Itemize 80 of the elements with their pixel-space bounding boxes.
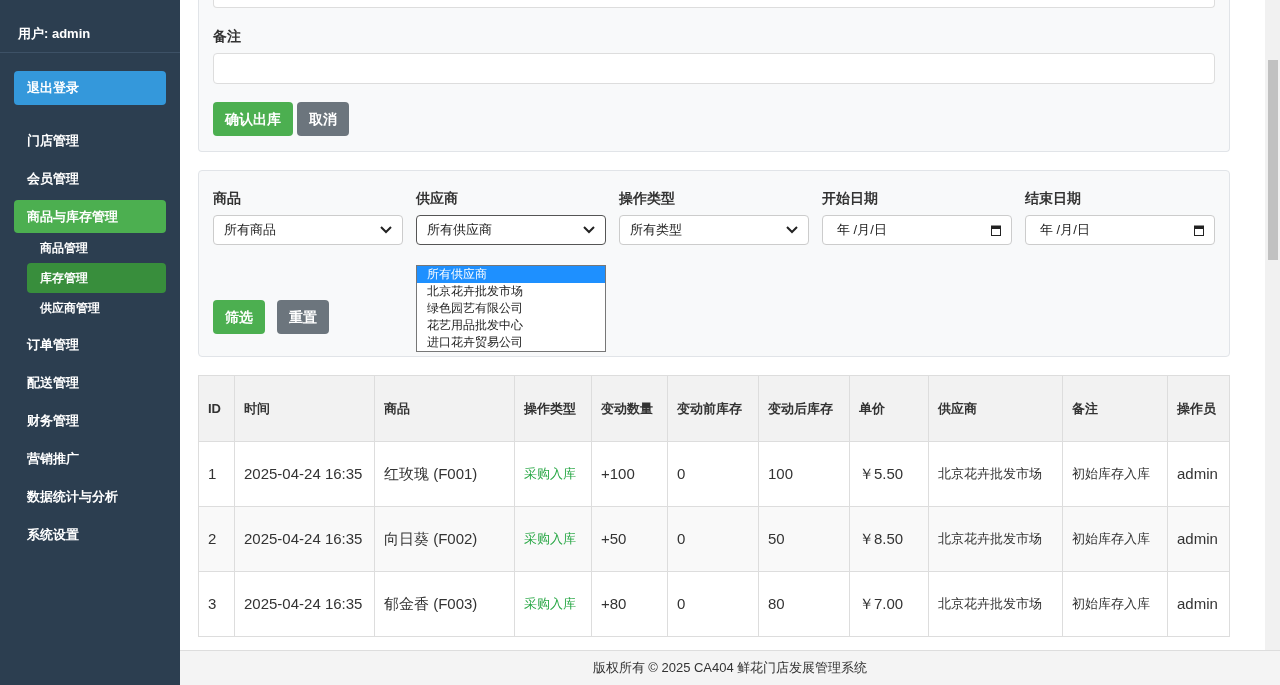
column-header: 时间 [234, 375, 375, 442]
column-header: 商品 [374, 375, 515, 442]
table-cell: 北京花卉批发市场 [928, 506, 1063, 572]
calendar-icon [991, 224, 1001, 236]
table-cell: 初始库存入库 [1062, 506, 1168, 572]
table-cell: ￥5.50 [849, 441, 929, 507]
table-cell: 1 [198, 441, 235, 507]
column-header: ID [198, 375, 235, 442]
table-cell: +50 [591, 506, 668, 572]
nav-item[interactable]: 系统设置 [14, 518, 166, 551]
column-header: 变动数量 [591, 375, 668, 442]
column-header: 操作员 [1167, 375, 1230, 442]
table-cell: 采购入库 [514, 441, 592, 507]
nav-item[interactable]: 门店管理 [14, 124, 166, 157]
table-cell: 50 [758, 506, 850, 572]
nav-subitem[interactable]: 供应商管理 [27, 293, 166, 323]
cancel-button[interactable]: 重置 [277, 300, 329, 334]
dropdown-option[interactable]: 北京花卉批发市场 [417, 283, 605, 300]
field-label: 结束日期 [1025, 189, 1082, 208]
field-label: 供应商 [416, 189, 459, 208]
table-cell: 2 [198, 506, 235, 572]
column-header: 变动前库存 [667, 375, 759, 442]
note-field[interactable] [213, 53, 1215, 84]
table-cell: 向日葵 (F002) [374, 506, 515, 572]
dropdown-option[interactable]: 进口花卉贸易公司 [417, 334, 605, 351]
nav-subitem[interactable]: 商品管理 [27, 233, 166, 263]
table-cell: 0 [667, 571, 759, 637]
field-label: 开始日期 [822, 189, 879, 208]
nav-item[interactable]: 配送管理 [14, 366, 166, 399]
cancel-button[interactable]: 取消 [297, 102, 349, 136]
table-cell: 北京花卉批发市场 [928, 441, 1063, 507]
copyright-text: 版权所有 © 2025 CA404 鲜花门店发展管理系统 [592, 659, 868, 678]
table-cell: ￥8.50 [849, 506, 929, 572]
column-header: 备注 [1062, 375, 1168, 442]
column-header: 操作类型 [514, 375, 592, 442]
select-field[interactable]: 所有类型 [619, 215, 809, 245]
table-cell: 郁金香 (F003) [374, 571, 515, 637]
table-cell: 2025-04-24 16:35 [234, 506, 375, 572]
nav-subitem[interactable]: 库存管理 [27, 263, 166, 293]
chevron-down-icon [583, 226, 595, 234]
table-cell: 0 [667, 441, 759, 507]
table-cell: 初始库存入库 [1062, 441, 1168, 507]
field-label: 操作类型 [619, 189, 676, 208]
table-cell: admin [1167, 571, 1230, 637]
nav-item[interactable]: 会员管理 [14, 162, 166, 195]
table-cell: 红玫瑰 (F001) [374, 441, 515, 507]
table-cell: 采购入库 [514, 506, 592, 572]
table-cell: admin [1167, 441, 1230, 507]
table-cell: +100 [591, 441, 668, 507]
select-field[interactable]: 所有商品 [213, 215, 403, 245]
column-header: 单价 [849, 375, 929, 442]
dropdown-option[interactable]: 绿色园艺有限公司 [417, 300, 605, 317]
table-cell: ￥7.00 [849, 571, 929, 637]
table-cell: admin [1167, 506, 1230, 572]
calendar-icon [1194, 224, 1204, 236]
column-header: 变动后库存 [758, 375, 850, 442]
chevron-down-icon [786, 226, 798, 234]
date-field[interactable]: 年 /月/日 [822, 215, 1012, 245]
table-cell: 初始库存入库 [1062, 571, 1168, 637]
dropdown-option[interactable]: 花艺用品批发中心 [417, 317, 605, 334]
field-label: 商品 [213, 189, 242, 208]
table-cell: 采购入库 [514, 571, 592, 637]
table-cell: 100 [758, 441, 850, 507]
chevron-down-icon [380, 226, 392, 234]
column-header: 供应商 [928, 375, 1063, 442]
table-cell: 0 [667, 506, 759, 572]
nav-item[interactable]: 财务管理 [14, 404, 166, 437]
table-cell: 3 [198, 571, 235, 637]
table-cell: 2025-04-24 16:35 [234, 441, 375, 507]
date-field[interactable]: 年 /月/日 [1025, 215, 1215, 245]
select-field[interactable]: 所有供应商 [416, 215, 606, 245]
table-cell: +80 [591, 571, 668, 637]
nav-item[interactable]: 数据统计与分析 [14, 480, 166, 513]
table-cell: 2025-04-24 16:35 [234, 571, 375, 637]
table-cell: 北京花卉批发市场 [928, 571, 1063, 637]
table-cell: 80 [758, 571, 850, 637]
nav-item[interactable]: 营销推广 [14, 442, 166, 475]
user-label: 用户: admin [18, 25, 91, 44]
field-label: 备注 [213, 27, 242, 46]
nav-item[interactable]: 订单管理 [14, 328, 166, 361]
